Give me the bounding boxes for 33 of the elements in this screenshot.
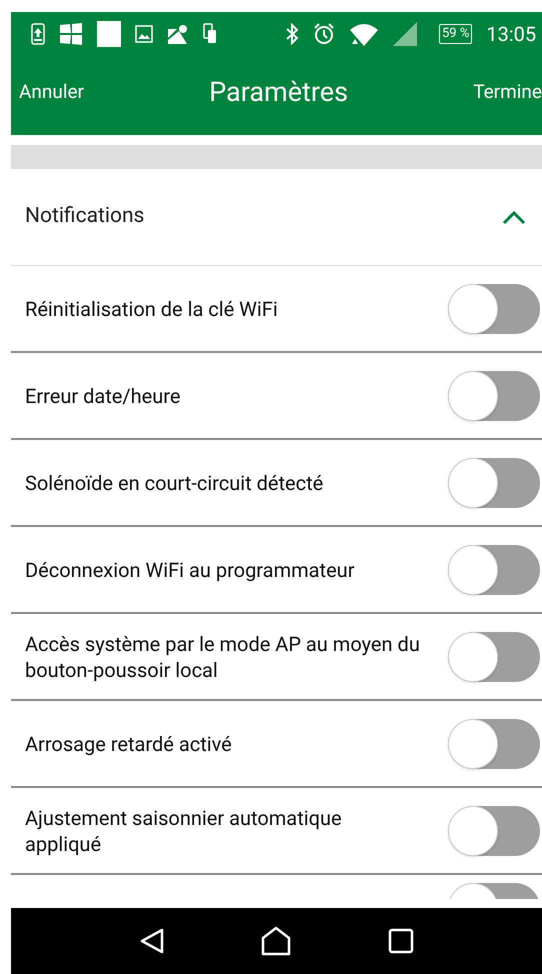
- setting-label: Accès système par le mode AP au moyen du bouton-poussoir local: [25, 630, 420, 682]
- toggle-switch[interactable]: [448, 370, 540, 420]
- toggle-switch[interactable]: [448, 718, 540, 768]
- done-link[interactable]: Termine: [473, 78, 542, 107]
- toggle-switch[interactable]: [448, 544, 540, 594]
- setting-label: Réinitialisation de la clé WiFi: [25, 296, 278, 322]
- setting-label: Arrosage retardé activé: [25, 730, 232, 756]
- setting-label: Solénoïde en court-circuit détecté: [25, 470, 324, 496]
- bluetooth-icon: [285, 23, 299, 45]
- cancel-link[interactable]: Annuler: [11, 78, 84, 107]
- setting-label: Déconnexion WiFi au programmateur: [25, 556, 354, 582]
- square-icon: [97, 21, 121, 47]
- alarm-icon: [313, 23, 335, 45]
- toggle-switch[interactable]: [448, 458, 540, 508]
- setting-label: Ajustement saisonnier automatique appliqué: [25, 804, 343, 856]
- wifi-icon: [349, 22, 379, 46]
- toggle-switch[interactable]: [448, 632, 540, 682]
- page-title: Paramètres: [209, 75, 348, 110]
- chevron-icon[interactable]: [502, 209, 526, 225]
- clock: 13:05: [486, 21, 536, 48]
- home-icon[interactable]: [261, 926, 292, 956]
- setting-label: Erreur date/heure: [25, 382, 181, 408]
- toggle-switch[interactable]: [448, 806, 540, 856]
- battery-indicator: 59 %: [439, 24, 472, 44]
- phone-icon: [203, 23, 217, 45]
- back-icon[interactable]: [139, 927, 166, 955]
- signal-icon: [393, 22, 417, 46]
- toggle-switch[interactable]: [448, 284, 540, 334]
- image-icon: [135, 25, 153, 43]
- section-title: Notifications: [25, 203, 144, 230]
- upload-icon: [31, 23, 45, 45]
- recents-icon[interactable]: [388, 928, 414, 954]
- app-icon: [59, 23, 83, 45]
